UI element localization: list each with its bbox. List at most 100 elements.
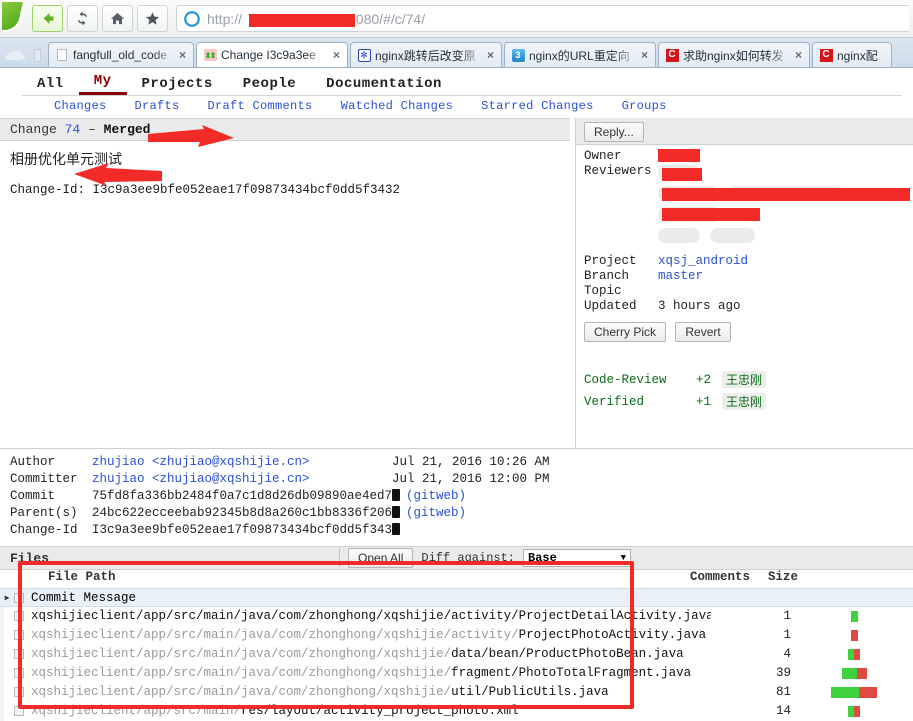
tab-title: fangfull_old_code	[73, 48, 168, 62]
search-globe-icon	[184, 10, 200, 27]
table-row-commit-message[interactable]: ▶ Commit Message	[0, 588, 913, 607]
reply-button[interactable]: Reply...	[584, 122, 644, 142]
submenu-item-drafts[interactable]: Drafts	[121, 99, 194, 113]
menu-item-documentation[interactable]: Documentation	[311, 76, 457, 95]
expand-triangle-icon[interactable]: ▶	[0, 593, 14, 603]
file-path-dir: xqshijieclient/app/src/main/java/com/zho…	[31, 666, 452, 680]
reviewer-chip[interactable]	[709, 228, 755, 243]
url-suffix: 8080/#/c/74/	[348, 10, 426, 27]
gitweb-link[interactable]: (gitweb)	[406, 506, 466, 520]
branch-value[interactable]: master	[658, 269, 703, 283]
blue-3-icon: 3	[511, 48, 525, 62]
file-path[interactable]: Commit Message	[31, 591, 711, 605]
column-header-comments: Comments	[690, 570, 751, 584]
menu-item-my[interactable]: My	[78, 73, 127, 95]
owner-value[interactable]	[658, 149, 700, 163]
menu-item-people[interactable]: People	[228, 76, 311, 95]
row-checkbox[interactable]	[14, 706, 24, 716]
files-title: Files	[10, 550, 50, 566]
document-icon	[55, 48, 69, 62]
back-arrow-icon[interactable]	[32, 5, 63, 32]
cloud-icon[interactable]	[4, 43, 26, 67]
table-row[interactable]: xqshijieclient/app/src/main/java/com/zho…	[0, 626, 913, 645]
menu-item-all[interactable]: All	[22, 76, 79, 95]
address-bar[interactable]: http:// 8080/#/c/74/	[176, 5, 909, 32]
copy-icon[interactable]	[392, 522, 400, 535]
submenu-item-changes[interactable]: Changes	[40, 99, 121, 113]
files-table: ▶ Commit Message xqshijieclient/app/src/…	[0, 588, 913, 721]
open-all-button[interactable]: Open All	[348, 548, 414, 568]
cherry-pick-button[interactable]: Cherry Pick	[584, 322, 667, 342]
detail-value: I3c9a3ee9bfe052eae17f09873434bcf0dd5f343…	[92, 522, 400, 537]
home-icon[interactable]	[102, 5, 133, 32]
copy-icon[interactable]	[392, 488, 400, 501]
branch-link[interactable]: master	[658, 269, 703, 283]
tab-close-icon[interactable]: ×	[176, 48, 189, 62]
gitweb-link[interactable]: (gitweb)	[406, 489, 466, 503]
file-comments: 1	[783, 609, 791, 623]
browser-tab[interactable]: C 求助nginx如何转发 ×	[658, 42, 810, 67]
detail-label: Committer	[10, 471, 78, 486]
revert-button[interactable]: Revert	[675, 322, 731, 342]
detail-value[interactable]: zhujiao <zhujiao@xqshijie.cn>	[92, 455, 392, 469]
label-row-code-review: Code-Review +2 王忠刚	[584, 371, 913, 388]
browser-tab[interactable]: ✻ nginx跳转后改变原 ×	[350, 42, 502, 67]
submenu-item-groups[interactable]: Groups	[608, 99, 681, 113]
file-path[interactable]: xqshijieclient/app/src/main/java/com/zho…	[31, 647, 711, 661]
tab-close-icon[interactable]: ×	[330, 48, 343, 62]
row-checkbox[interactable]	[14, 649, 24, 659]
copy-icon[interactable]	[392, 505, 400, 518]
file-path[interactable]: xqshijieclient/app/src/main/java/com/zho…	[31, 666, 711, 680]
reload-icon[interactable]	[67, 5, 98, 32]
project-link[interactable]: xqsj_android	[658, 254, 748, 268]
tab-close-icon[interactable]: ×	[484, 48, 497, 62]
change-number[interactable]: 74	[65, 122, 81, 137]
browser-tabstrip: fangfull_old_code × Change I3c9a3ee × ✻ …	[0, 38, 913, 68]
table-row[interactable]: xqshijieclient/app/src/main/res/layout/a…	[0, 702, 913, 721]
downloads-icon[interactable]	[26, 43, 48, 67]
tab-close-icon[interactable]: ×	[792, 48, 805, 62]
tab-close-icon[interactable]: ×	[638, 48, 651, 62]
reviewer-chip[interactable]	[658, 228, 700, 243]
submenu-item-draft-comments[interactable]: Draft Comments	[194, 99, 327, 113]
row-checkbox[interactable]	[14, 687, 24, 697]
browser-toolbar: http:// 8080/#/c/74/	[0, 0, 913, 38]
detail-date: Jul 21, 2016 10:26 AM	[392, 454, 550, 469]
browser-tab[interactable]: 3 nginx的URL重定向 ×	[504, 42, 656, 67]
file-path[interactable]: xqshijieclient/app/src/main/java/com/zho…	[31, 685, 711, 699]
tab-title: Change I3c9a3ee	[221, 48, 316, 62]
star-icon[interactable]	[137, 5, 168, 32]
commit-detail-row: Author zhujiao <zhujiao@xqshijie.cn> Jul…	[10, 453, 913, 470]
browser-tab[interactable]: C nginx配	[812, 42, 892, 67]
table-row[interactable]: xqshijieclient/app/src/main/java/com/zho…	[0, 645, 913, 664]
csdn-icon: C	[665, 48, 679, 62]
detail-value[interactable]: zhujiao <zhujiao@xqshijie.cn>	[92, 472, 392, 486]
row-checkbox[interactable]	[14, 592, 24, 603]
table-row[interactable]: xqshijieclient/app/src/main/java/com/zho…	[0, 664, 913, 683]
table-row[interactable]: xqshijieclient/app/src/main/java/com/zho…	[0, 683, 913, 702]
file-path[interactable]: xqshijieclient/app/src/main/java/com/zho…	[31, 609, 711, 623]
browser-tab[interactable]: fangfull_old_code ×	[48, 42, 194, 67]
info-row-branch: Branch master	[584, 269, 913, 283]
diff-against-label: Diff against:	[421, 551, 516, 565]
menu-item-projects[interactable]: Projects	[127, 76, 228, 95]
redaction-overlay	[662, 188, 910, 201]
file-size-bar	[791, 667, 913, 679]
file-path[interactable]: xqshijieclient/app/src/main/java/com/zho…	[31, 628, 711, 642]
change-left-column: Change 74 – Merged 相册优化单元测试 Change-Id: I…	[0, 118, 575, 491]
row-checkbox[interactable]	[14, 668, 24, 678]
submenu-item-starred-changes[interactable]: Starred Changes	[467, 99, 608, 113]
table-row[interactable]: xqshijieclient/app/src/main/java/com/zho…	[0, 607, 913, 626]
row-checkbox[interactable]	[14, 630, 24, 640]
reviewers-value[interactable]	[658, 164, 910, 248]
diff-against-select[interactable]: Base ▼	[523, 549, 632, 567]
file-comments: 81	[775, 685, 791, 699]
android-icon	[203, 48, 217, 62]
file-path[interactable]: xqshijieclient/app/src/main/res/layout/a…	[31, 704, 711, 718]
row-checkbox[interactable]	[14, 611, 24, 621]
project-value[interactable]: xqsj_android	[658, 254, 748, 268]
browser-tab-active[interactable]: Change I3c9a3ee ×	[196, 42, 348, 67]
submenu-item-watched-changes[interactable]: Watched Changes	[327, 99, 468, 113]
commit-detail-row: Change-Id I3c9a3ee9bfe052eae17f09873434b…	[10, 521, 913, 538]
tab-title: nginx配	[837, 48, 878, 63]
